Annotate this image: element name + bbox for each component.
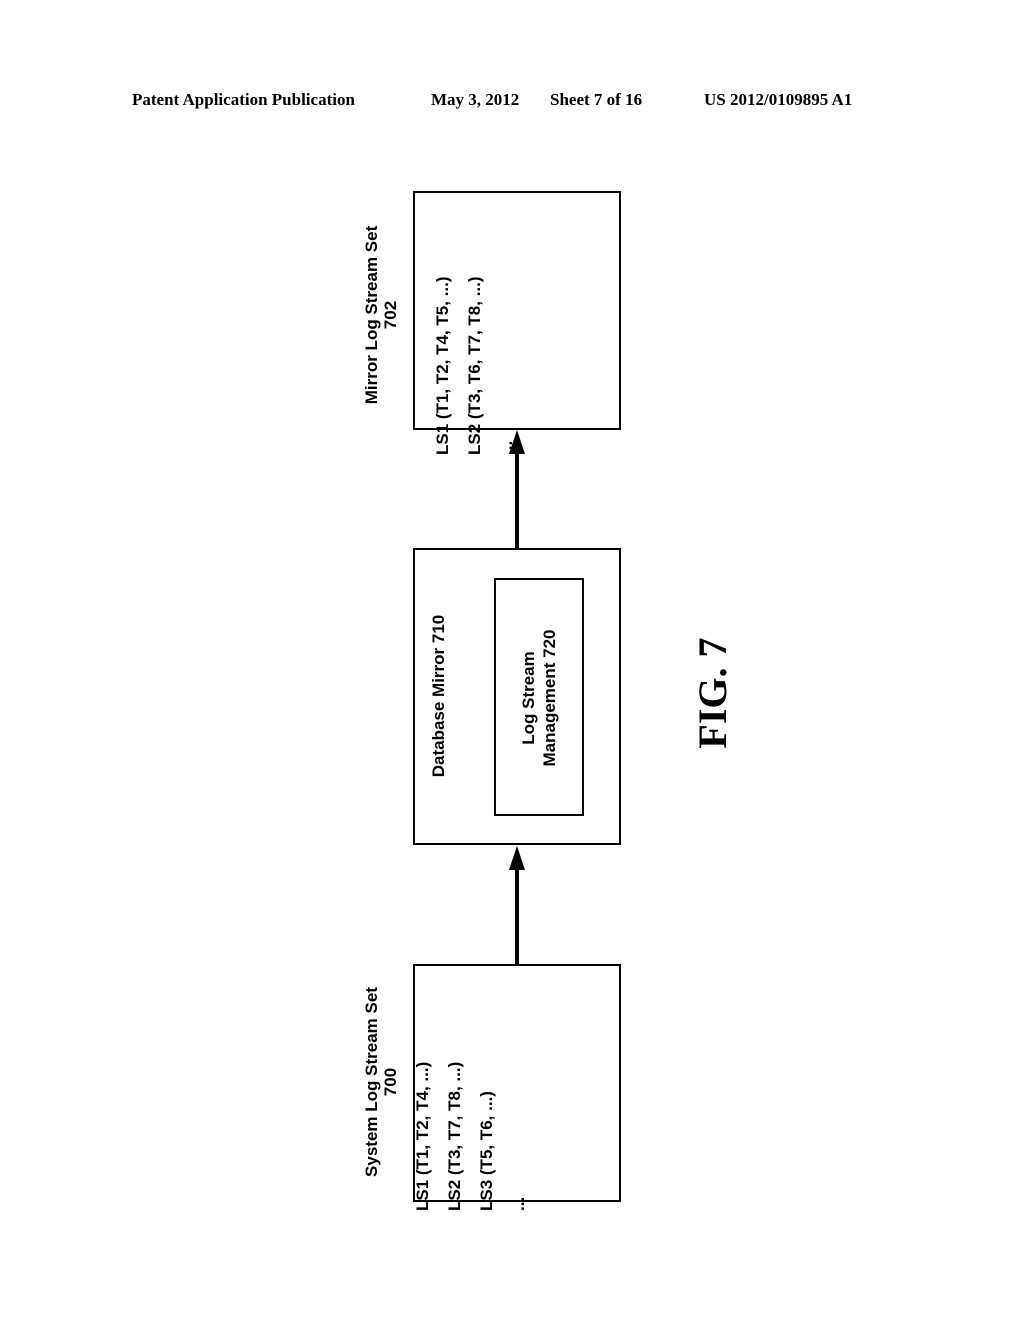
figure-label: FIG. 7: [690, 637, 735, 749]
ref-number: 700: [381, 1067, 400, 1097]
list-item: LS3 (T5, T6, ...): [477, 1091, 496, 1211]
system-log-stream-set-entries: LS1 (T1, T2, T4, ...) LS2 (T3, T7, T8, .…: [407, 1011, 535, 1211]
title-text: Mirror Log Stream Set: [362, 225, 381, 405]
mirror-log-stream-set-entries: LS1 (T1, T2, T4, T5, ...) LS2 (T3, T6, T…: [427, 225, 527, 455]
system-log-stream-set-title: System Log Stream Set 700: [362, 962, 402, 1202]
list-item: LS1 (T1, T2, T4, ...): [413, 1061, 432, 1211]
arrow-system-to-mirror: [509, 846, 525, 964]
database-mirror-title: Database Mirror 710: [429, 614, 448, 778]
list-item: LS2 (T3, T7, T8, ...): [445, 1061, 464, 1211]
list-item: LS2 (T3, T6, T7, T8, ...): [465, 276, 484, 455]
arrowhead-icon: [509, 846, 525, 870]
list-item: LS1 (T1, T2, T4, T5, ...): [433, 276, 452, 455]
label-line-1: Log Stream: [519, 651, 538, 745]
list-item: ...: [497, 440, 516, 455]
title-text: System Log Stream Set: [362, 987, 381, 1177]
ref-number: 702: [381, 300, 400, 330]
list-item: ...: [509, 1196, 528, 1211]
log-stream-management-label: Log Stream Management 720: [518, 618, 560, 778]
label-line-2: Management 720: [540, 629, 559, 767]
mirror-log-stream-set-title: Mirror Log Stream Set 702: [362, 195, 402, 435]
